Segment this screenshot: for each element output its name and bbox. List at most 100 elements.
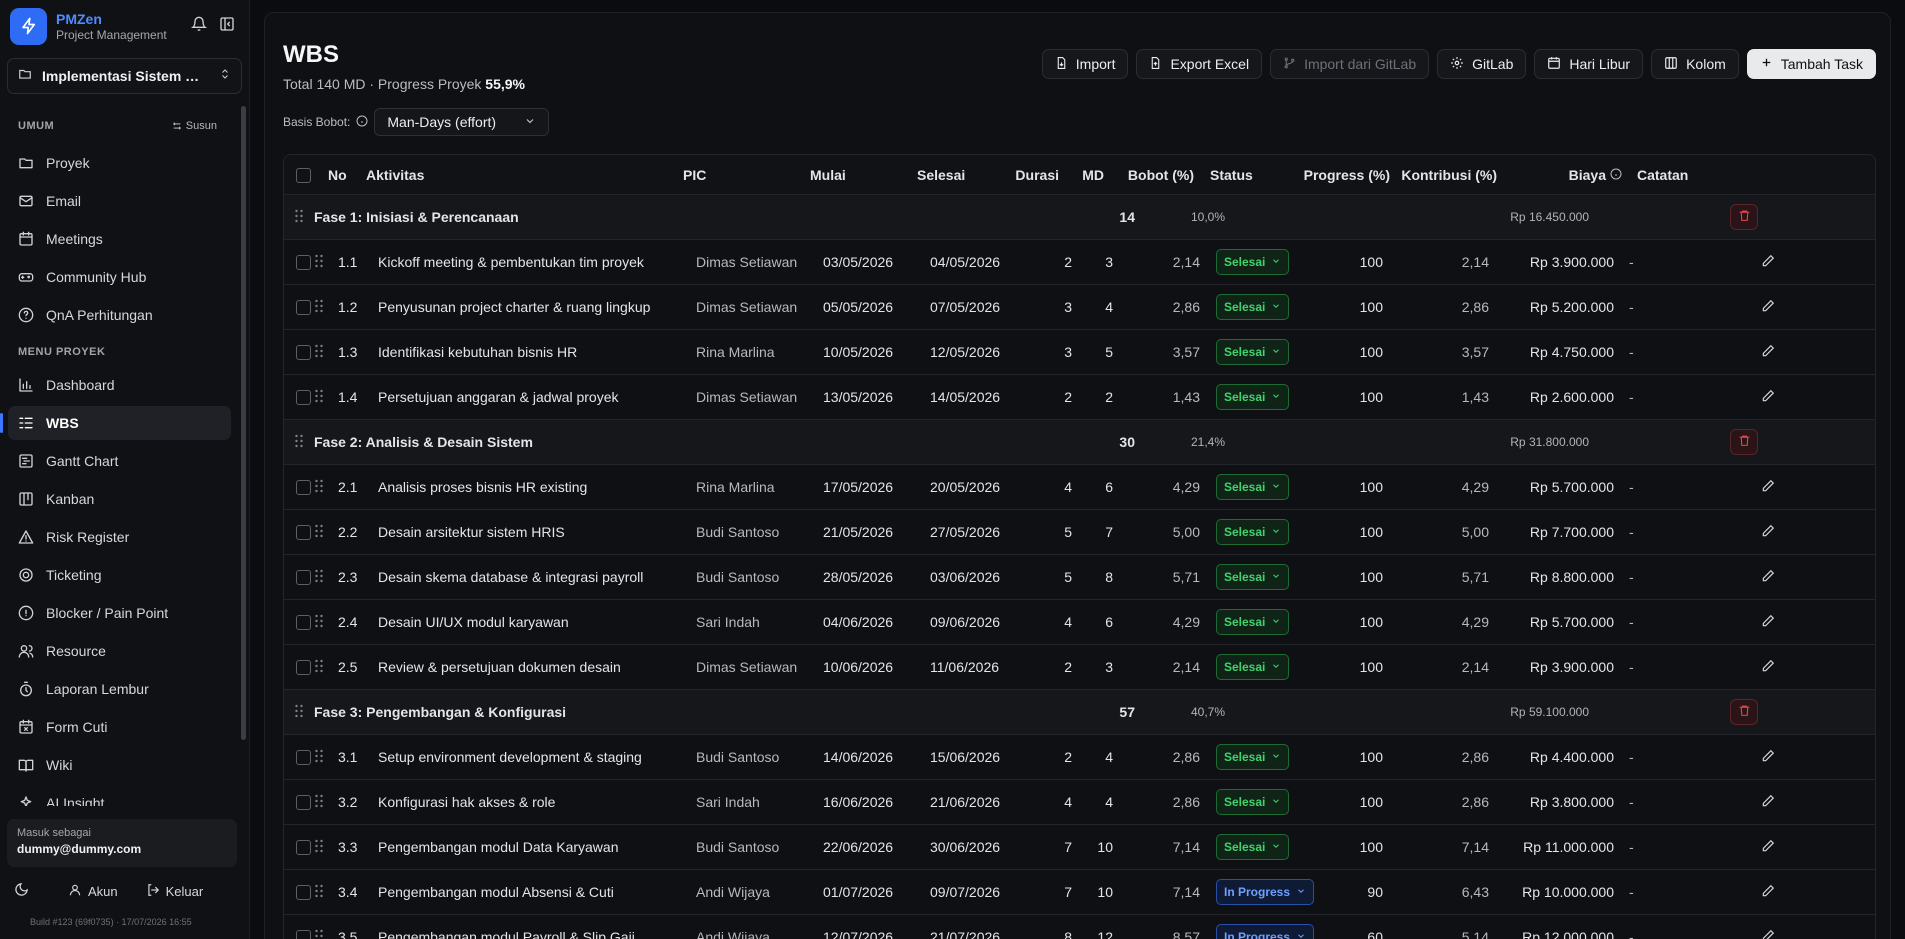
task-catatan[interactable]: - [1614, 794, 1754, 810]
table-row[interactable]: 2.4 Desain UI/UX modul karyawan Sari Indah… [284, 600, 1875, 645]
kolom-button[interactable]: Kolom [1651, 49, 1739, 79]
table-row[interactable]: 3.3 Pengembangan modul Data Karyawan Budi … [284, 825, 1875, 870]
status-dropdown[interactable]: Selesai [1216, 339, 1290, 365]
task-pic[interactable]: Dimas Setiawan [696, 254, 823, 270]
task-catatan[interactable]: - [1614, 884, 1754, 900]
drag-handle-icon[interactable] [314, 389, 324, 406]
pencil-icon[interactable] [1761, 389, 1775, 406]
phase-row[interactable]: Fase 1: Inisiasi & Perencanaan 14 10,0% Rp … [284, 195, 1875, 240]
phase-row[interactable]: Fase 3: Pengembangan & Konfigurasi 57 40,7… [284, 690, 1875, 735]
sidebar-item-community-hub[interactable]: Community Hub [8, 260, 231, 294]
task-selesai[interactable]: 14/05/2026 [930, 389, 1026, 405]
task-aktivitas[interactable]: Desain skema database & integrasi payrol… [378, 569, 696, 585]
task-mulai[interactable]: 28/05/2026 [823, 569, 930, 585]
sidebar-item-qna-perhitungan[interactable]: QnA Perhitungan [8, 298, 231, 332]
row-checkbox[interactable] [296, 660, 311, 676]
task-pic[interactable]: Budi Santoso [696, 524, 823, 540]
sidebar-item-ai-insight[interactable]: AI Insight [8, 786, 231, 806]
drag-handle-icon[interactable] [294, 704, 304, 721]
task-aktivitas[interactable]: Analisis proses bisnis HR existing [378, 479, 696, 495]
task-aktivitas[interactable]: Konfigurasi hak akses & role [378, 794, 696, 810]
row-checkbox[interactable] [296, 300, 311, 316]
status-dropdown[interactable]: Selesai [1216, 654, 1290, 680]
sidebar-item-meetings[interactable]: Meetings [8, 222, 231, 256]
select-all-checkbox[interactable] [296, 167, 311, 183]
task-selesai[interactable]: 07/05/2026 [930, 299, 1026, 315]
task-md[interactable]: 2 [1072, 389, 1113, 405]
task-catatan[interactable]: - [1614, 479, 1754, 495]
task-pic[interactable]: Budi Santoso [696, 839, 823, 855]
row-checkbox[interactable] [296, 615, 311, 631]
task-selesai[interactable]: 04/05/2026 [930, 254, 1026, 270]
task-md[interactable]: 12 [1072, 929, 1113, 939]
task-progress[interactable]: 100 [1316, 749, 1383, 765]
drag-handle-icon[interactable] [314, 839, 324, 856]
phase-row[interactable]: Fase 2: Analisis & Desain Sistem 30 21,4% R… [284, 420, 1875, 465]
task-selesai[interactable]: 27/05/2026 [930, 524, 1026, 540]
import-gitlab-button[interactable]: Import dari GitLab [1270, 49, 1430, 79]
row-checkbox[interactable] [296, 750, 311, 766]
row-checkbox[interactable] [296, 840, 311, 856]
task-catatan[interactable]: - [1614, 524, 1754, 540]
pencil-icon[interactable] [1761, 524, 1775, 541]
task-aktivitas[interactable]: Penyusunan project charter & ruang lingk… [378, 299, 696, 315]
task-catatan[interactable]: - [1614, 389, 1754, 405]
pencil-icon[interactable] [1761, 614, 1775, 631]
row-checkbox[interactable] [296, 570, 311, 586]
table-row[interactable]: 3.1 Setup environment development & stagi… [284, 735, 1875, 780]
collapse-sidebar-icon[interactable] [219, 16, 235, 37]
task-mulai[interactable]: 22/06/2026 [823, 839, 930, 855]
drag-handle-icon[interactable] [294, 434, 304, 451]
task-catatan[interactable]: - [1614, 614, 1754, 630]
task-md[interactable]: 4 [1072, 749, 1113, 765]
drag-handle-icon[interactable] [314, 254, 324, 271]
task-selesai[interactable]: 20/05/2026 [930, 479, 1026, 495]
pencil-icon[interactable] [1761, 299, 1775, 316]
status-dropdown[interactable]: Selesai [1216, 744, 1290, 770]
akun-button[interactable]: Akun [68, 883, 118, 900]
status-dropdown[interactable]: Selesai [1216, 789, 1290, 815]
task-mulai[interactable]: 17/05/2026 [823, 479, 930, 495]
drag-handle-icon[interactable] [314, 884, 324, 901]
drag-handle-icon[interactable] [314, 299, 324, 316]
status-dropdown[interactable]: Selesai [1216, 609, 1290, 635]
task-pic[interactable]: Rina Marlina [696, 344, 823, 360]
row-checkbox[interactable] [296, 885, 311, 901]
table-row[interactable]: 2.1 Analisis proses bisnis HR existing Rin… [284, 465, 1875, 510]
task-selesai[interactable]: 21/06/2026 [930, 794, 1026, 810]
task-progress[interactable]: 100 [1316, 524, 1383, 540]
task-mulai[interactable]: 12/07/2026 [823, 929, 930, 939]
task-selesai[interactable]: 30/06/2026 [930, 839, 1026, 855]
pencil-icon[interactable] [1761, 749, 1775, 766]
task-mulai[interactable]: 01/07/2026 [823, 884, 930, 900]
task-pic[interactable]: Budi Santoso [696, 749, 823, 765]
status-dropdown[interactable]: Selesai [1216, 564, 1290, 590]
task-mulai[interactable]: 16/06/2026 [823, 794, 930, 810]
import-button[interactable]: Import [1041, 49, 1129, 79]
task-catatan[interactable]: - [1614, 839, 1754, 855]
task-catatan[interactable]: - [1614, 299, 1754, 315]
susun-button[interactable]: Susun [172, 120, 217, 132]
table-row[interactable]: 1.2 Penyusunan project charter & ruang li… [284, 285, 1875, 330]
task-progress[interactable]: 100 [1316, 839, 1383, 855]
task-progress[interactable]: 100 [1316, 299, 1383, 315]
pencil-icon[interactable] [1761, 839, 1775, 856]
task-pic[interactable]: Andi Wijaya [696, 884, 823, 900]
row-checkbox[interactable] [296, 930, 311, 939]
status-dropdown[interactable]: In Progress [1216, 924, 1315, 939]
task-md[interactable]: 7 [1072, 524, 1113, 540]
task-selesai[interactable]: 15/06/2026 [930, 749, 1026, 765]
pencil-icon[interactable] [1761, 254, 1775, 271]
row-checkbox[interactable] [296, 525, 311, 541]
task-progress[interactable]: 90 [1316, 884, 1383, 900]
sidebar-item-risk-register[interactable]: Risk Register [8, 520, 231, 554]
task-catatan[interactable]: - [1614, 569, 1754, 585]
task-selesai[interactable]: 09/06/2026 [930, 614, 1026, 630]
drag-handle-icon[interactable] [314, 749, 324, 766]
task-aktivitas[interactable]: Pengembangan modul Data Karyawan [378, 839, 696, 855]
task-progress[interactable]: 100 [1316, 479, 1383, 495]
sidebar-item-laporan-lembur[interactable]: Laporan Lembur [8, 672, 231, 706]
drag-handle-icon[interactable] [314, 344, 324, 361]
pencil-icon[interactable] [1761, 479, 1775, 496]
task-catatan[interactable]: - [1614, 254, 1754, 270]
